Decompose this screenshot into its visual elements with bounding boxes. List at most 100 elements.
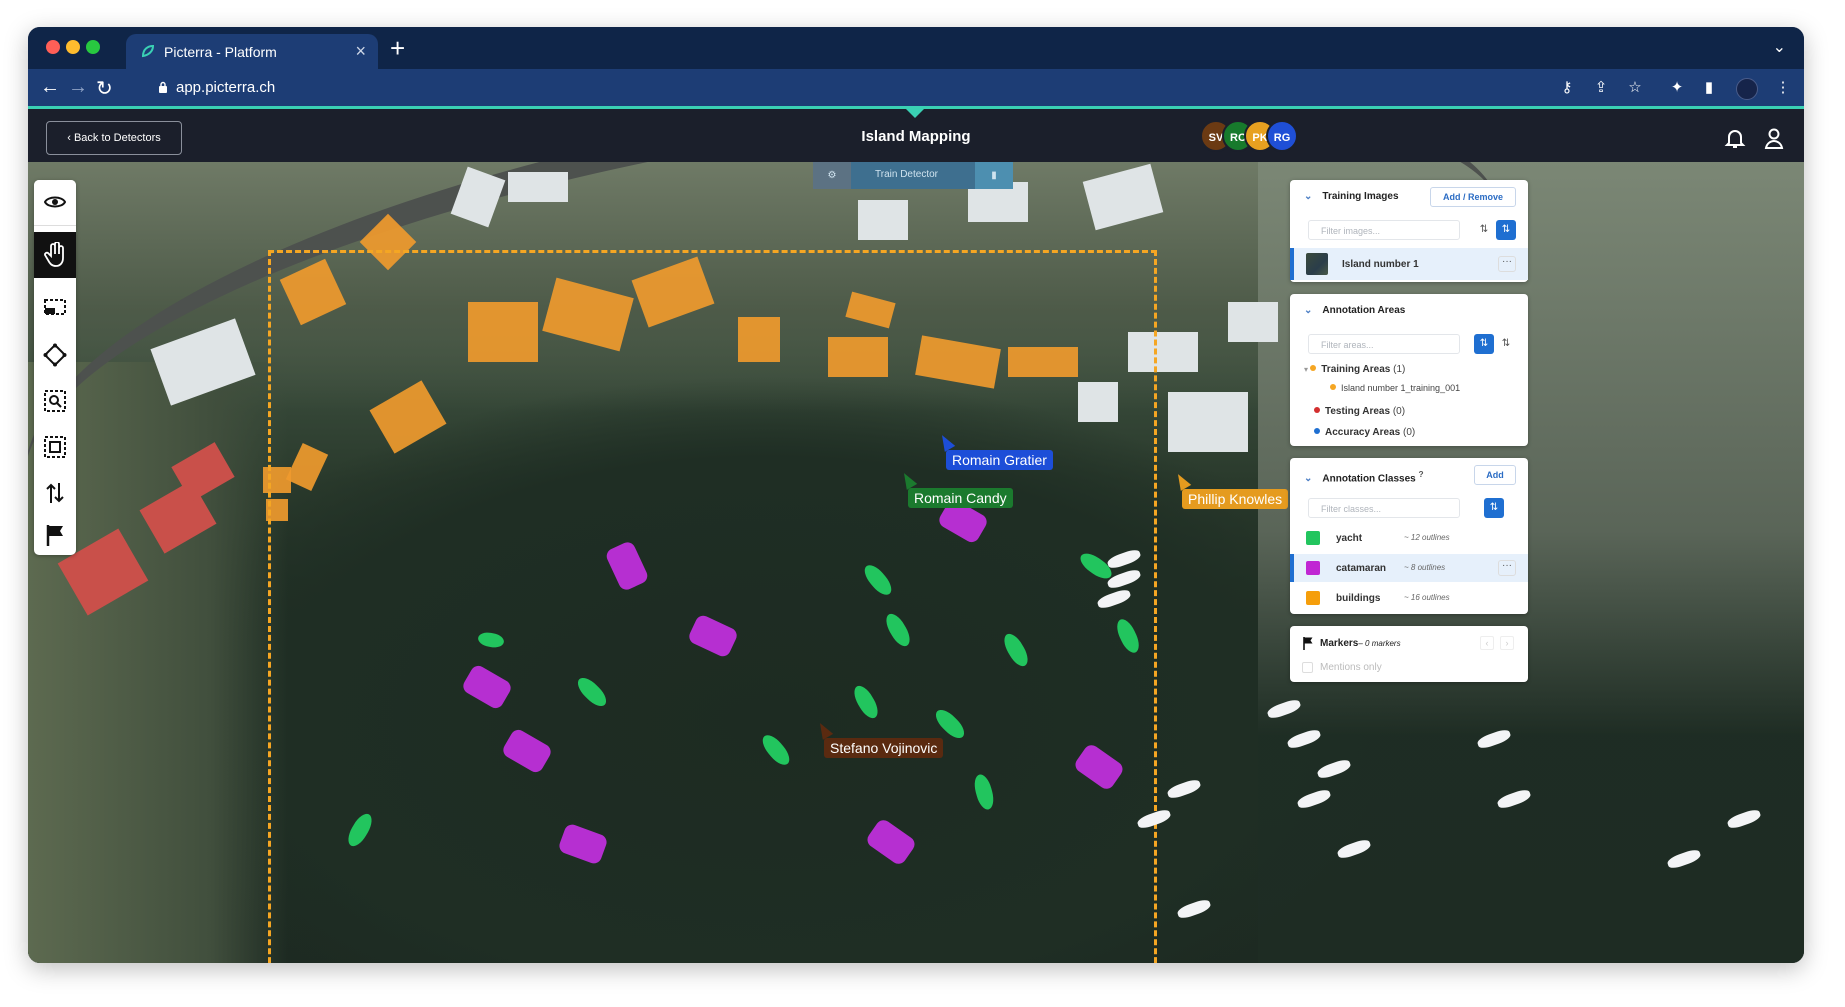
class-row-catamaran[interactable]: catamaran ~ 8 outlines ··· xyxy=(1290,554,1528,582)
class-name: catamaran xyxy=(1336,563,1387,574)
hand-icon xyxy=(44,242,64,267)
training-areas-group[interactable]: ▾ Training Areas (1) xyxy=(1304,364,1405,375)
chevron-down-icon: ⌄ xyxy=(1304,191,1313,202)
class-name: yacht xyxy=(1336,533,1363,544)
flag-icon xyxy=(46,525,63,546)
panel-header[interactable]: ⌄ Annotation Areas xyxy=(1304,305,1405,316)
rectangle-select-tool[interactable] xyxy=(40,292,70,322)
image-name: Island number 1 xyxy=(1342,259,1419,270)
mentions-only-label: Mentions only xyxy=(1320,662,1382,673)
visibility-tool[interactable] xyxy=(34,180,76,226)
training-area-boundary[interactable] xyxy=(268,250,1157,963)
settings-gear-icon[interactable]: ⚙ xyxy=(813,162,851,189)
markers-panel: Markers– 0 markers ‹ › Mentions only xyxy=(1290,626,1528,682)
training-image-row[interactable]: Island number 1 ··· xyxy=(1290,248,1528,280)
address-bar: ← → ↻ app.picterra.ch ⚷ ⇪ ☆ ✦ ▮ ⋮ xyxy=(28,69,1804,109)
sort-icon[interactable]: ⇅ xyxy=(1474,220,1494,240)
browser-tab[interactable]: Picterra - Platform × xyxy=(126,34,378,69)
key-icon[interactable]: ⚷ xyxy=(1558,79,1576,97)
minimize-window-dot[interactable] xyxy=(66,40,80,54)
url-field[interactable]: app.picterra.ch xyxy=(146,73,1546,103)
avatar-rg[interactable]: RG xyxy=(1266,120,1298,152)
accuracy-areas-group[interactable]: Accuracy Areas (0) xyxy=(1314,427,1415,438)
annotation-classes-panel: ⌄ Annotation Classes ? Add Filter classes… xyxy=(1290,458,1528,614)
picterra-favicon-icon xyxy=(141,44,155,58)
detect-area-tool[interactable] xyxy=(40,432,70,462)
sort-recent-icon[interactable]: ⇅ xyxy=(1496,334,1516,354)
tool-palette xyxy=(34,180,76,555)
white-house xyxy=(858,200,908,240)
cursor-label-phillip-knowles: Phillip Knowles xyxy=(1182,489,1289,509)
white-house xyxy=(1228,302,1278,342)
mentions-only-checkbox[interactable] xyxy=(1302,662,1313,673)
chevron-down-icon[interactable]: ⌄ xyxy=(1773,37,1786,57)
class-row-yacht[interactable]: yacht ~ 12 outlines xyxy=(1290,524,1528,552)
buildings-color-swatch[interactable] xyxy=(1306,591,1320,605)
move-tool[interactable] xyxy=(40,478,70,508)
filter-images-input[interactable]: Filter images... xyxy=(1308,220,1460,240)
marina-boat xyxy=(1165,777,1203,801)
back-arrow-icon[interactable]: ← xyxy=(40,76,60,99)
forward-arrow-icon[interactable]: → xyxy=(68,76,88,99)
marker-tool[interactable] xyxy=(40,520,70,550)
sort-recent-icon[interactable]: ⇅ xyxy=(1496,220,1516,240)
add-class-button[interactable]: Add xyxy=(1474,465,1516,485)
markers-title: Markers– 0 markers xyxy=(1320,638,1401,649)
extensions-puzzle-icon[interactable]: ✦ xyxy=(1668,79,1686,97)
user-icon[interactable] xyxy=(1762,126,1786,150)
class-count: ~ 16 outlines xyxy=(1404,593,1450,602)
app-header: ‹ Back to Detectors Island Mapping SV RC… xyxy=(28,109,1804,162)
help-icon[interactable]: ? xyxy=(1419,469,1424,479)
training-area-item[interactable]: Island number 1_training_001 xyxy=(1330,383,1460,393)
train-detector-button[interactable]: Train Detector xyxy=(875,169,938,180)
tab-bar: Picterra - Platform × + ⌄ xyxy=(28,27,1804,69)
testing-areas-group[interactable]: Testing Areas (0) xyxy=(1314,406,1405,417)
sidebar-toggle-icon[interactable]: ▮ xyxy=(1700,79,1718,97)
chevron-down-icon: ⌄ xyxy=(1304,473,1313,485)
add-remove-images-button[interactable]: Add / Remove xyxy=(1430,187,1516,207)
next-marker-button[interactable]: › xyxy=(1500,636,1514,650)
more-options-icon[interactable]: ··· xyxy=(1498,560,1516,576)
page-title: Island Mapping xyxy=(861,128,971,145)
class-row-buildings[interactable]: buildings ~ 16 outlines xyxy=(1290,584,1528,612)
polygon-tool[interactable] xyxy=(40,340,70,370)
cursor-label-romain-candy: Romain Candy xyxy=(908,488,1013,508)
bell-icon[interactable] xyxy=(1723,126,1747,150)
annotation-areas-panel: ⌄ Annotation Areas Filter areas... ⇅ ⇅ ▾ … xyxy=(1290,294,1528,446)
reload-icon[interactable]: ↻ xyxy=(96,76,113,101)
maximize-window-dot[interactable] xyxy=(86,40,100,54)
kebab-menu-icon[interactable]: ⋮ xyxy=(1774,79,1792,97)
panel-header[interactable]: ⌄ Training Images xyxy=(1304,191,1399,202)
map-canvas[interactable]: Romain Gratier Romain Candy Phillip Know… xyxy=(28,162,1804,963)
eye-icon xyxy=(44,196,66,208)
tab-title: Picterra - Platform xyxy=(164,44,277,60)
catamaran-color-swatch[interactable] xyxy=(1306,561,1320,575)
accuracy-area-dot xyxy=(1314,428,1320,434)
magic-select-tool[interactable] xyxy=(40,386,70,416)
prev-marker-button[interactable]: ‹ xyxy=(1480,636,1494,650)
panel-header[interactable]: ⌄ Annotation Classes ? xyxy=(1304,469,1424,484)
marina-boat xyxy=(1175,897,1213,921)
url-text: app.picterra.ch xyxy=(176,79,276,96)
share-icon[interactable]: ⇪ xyxy=(1592,79,1610,97)
pan-tool[interactable] xyxy=(34,232,76,278)
cursor-label-romain-gratier: Romain Gratier xyxy=(946,450,1053,470)
class-count: ~ 12 outlines xyxy=(1404,533,1450,542)
browser-window: Picterra - Platform × + ⌄ ← → ↻ app.pict… xyxy=(28,27,1804,963)
close-window-dot[interactable] xyxy=(46,40,60,54)
star-icon[interactable]: ☆ xyxy=(1626,79,1644,97)
sort-icon[interactable]: ⇅ xyxy=(1474,334,1494,354)
new-tab-button[interactable]: + xyxy=(390,33,405,64)
cursor-label-stefano-vojinovic: Stefano Vojinovic xyxy=(824,738,944,758)
filter-areas-input[interactable]: Filter areas... xyxy=(1308,334,1460,354)
filter-classes-input[interactable]: Filter classes... xyxy=(1308,498,1460,518)
document-icon[interactable]: ▮ xyxy=(975,162,1013,189)
sort-icon[interactable]: ⇅ xyxy=(1484,498,1504,518)
focus-area-icon xyxy=(44,436,66,458)
profile-avatar[interactable] xyxy=(1736,78,1758,100)
white-house xyxy=(1168,392,1248,452)
yacht-color-swatch[interactable] xyxy=(1306,531,1320,545)
training-images-panel: ⌄ Training Images Add / Remove Filter ima… xyxy=(1290,180,1528,282)
close-tab-icon[interactable]: × xyxy=(355,41,366,62)
more-options-icon[interactable]: ··· xyxy=(1498,256,1516,272)
